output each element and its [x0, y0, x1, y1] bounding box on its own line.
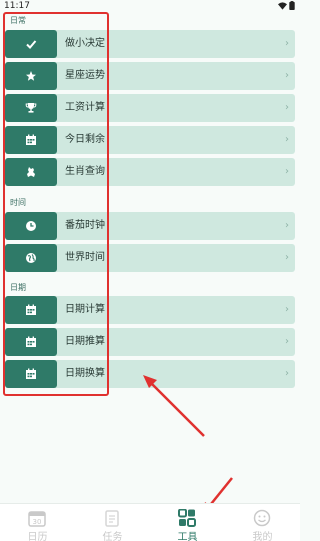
tool-row-date-conversion[interactable]: 日期换算 › [5, 360, 295, 388]
tool-icon-box [5, 126, 57, 154]
tool-row-label: 做小决定 [65, 38, 105, 49]
tool-icon-box [5, 158, 57, 186]
tool-row-label: 星座运势 [65, 70, 105, 81]
tool-row-label: 日期计算 [65, 304, 105, 315]
tool-row-make-decision[interactable]: 做小决定 › [5, 30, 295, 58]
calendar-tab-badge: 30 [33, 518, 42, 526]
bottom-tab-bar: 30 日历 任务 工具 我的 [0, 503, 300, 541]
chevron-right-icon: › [285, 166, 289, 177]
battery-icon [289, 1, 295, 10]
tools-tab-icon [178, 509, 196, 527]
tab-label: 任务 [102, 532, 123, 541]
tool-row-salary-calc[interactable]: 工资计算 › [5, 94, 295, 122]
tool-row-label: 番茄时钟 [65, 220, 105, 231]
tool-icon-box [5, 360, 57, 388]
tool-row-label: 今日剩余 [65, 134, 105, 145]
tab-label: 日历 [27, 532, 48, 541]
calendar-tab-icon: 30 [28, 511, 46, 527]
task-tab-icon [105, 510, 119, 527]
trophy-icon [25, 103, 37, 113]
chevron-right-icon: › [285, 336, 289, 347]
tool-icon-box [5, 30, 57, 58]
calendar-icon [26, 304, 36, 315]
zodiac-icon [27, 167, 35, 177]
tool-icon-box [5, 212, 57, 240]
status-bar: 11:17 [0, 0, 300, 12]
tool-row-zodiac-lookup[interactable]: 生肖查询 › [5, 158, 295, 186]
calendar-icon [26, 336, 36, 347]
tool-icon-box [5, 296, 57, 324]
tool-row-pomodoro[interactable]: 番茄时钟 › [5, 212, 295, 240]
tool-icon-box [5, 328, 57, 356]
section-label-time: 时间 [10, 198, 26, 207]
status-time: 11:17 [4, 1, 30, 11]
chevron-right-icon: › [285, 134, 289, 145]
check-icon [26, 40, 37, 49]
tool-row-today-remaining[interactable]: 今日剩余 › [5, 126, 295, 154]
tool-icon-box [5, 62, 57, 90]
tool-row-label: 生肖查询 [65, 166, 105, 177]
tool-row-horoscope[interactable]: 星座运势 › [5, 62, 295, 90]
tool-row-label: 日期推算 [65, 336, 105, 347]
tool-row-label: 世界时间 [65, 252, 105, 263]
chevron-right-icon: › [285, 368, 289, 379]
tab-calendar[interactable]: 30 日历 [0, 504, 75, 541]
section-label-date: 日期 [10, 283, 26, 292]
tab-tools[interactable]: 工具 [150, 504, 225, 541]
tab-profile[interactable]: 我的 [225, 504, 300, 541]
status-icons [278, 1, 295, 10]
tool-row-date-inference[interactable]: 日期推算 › [5, 328, 295, 356]
tool-row-world-time[interactable]: 世界时间 › [5, 244, 295, 272]
chevron-right-icon: › [285, 304, 289, 315]
star-icon [26, 71, 36, 81]
globe-icon [26, 253, 36, 263]
calendar-icon [26, 368, 36, 379]
chevron-right-icon: › [285, 252, 289, 263]
tool-row-label: 日期换算 [65, 368, 105, 379]
calendar-icon [26, 134, 36, 145]
section-label-daily: 日常 [10, 16, 26, 25]
chevron-right-icon: › [285, 102, 289, 113]
chevron-right-icon: › [285, 70, 289, 81]
tab-label: 我的 [252, 532, 273, 541]
wifi-icon [278, 1, 287, 10]
chevron-right-icon: › [285, 220, 289, 231]
tool-icon-box [5, 244, 57, 272]
chevron-right-icon: › [285, 38, 289, 49]
tool-row-label: 工资计算 [65, 102, 105, 113]
clock-icon [26, 221, 36, 231]
tab-label: 工具 [177, 532, 198, 541]
tab-tasks[interactable]: 任务 [75, 504, 150, 541]
profile-tab-icon [253, 509, 271, 527]
tool-row-date-calc[interactable]: 日期计算 › [5, 296, 295, 324]
tool-icon-box [5, 94, 57, 122]
